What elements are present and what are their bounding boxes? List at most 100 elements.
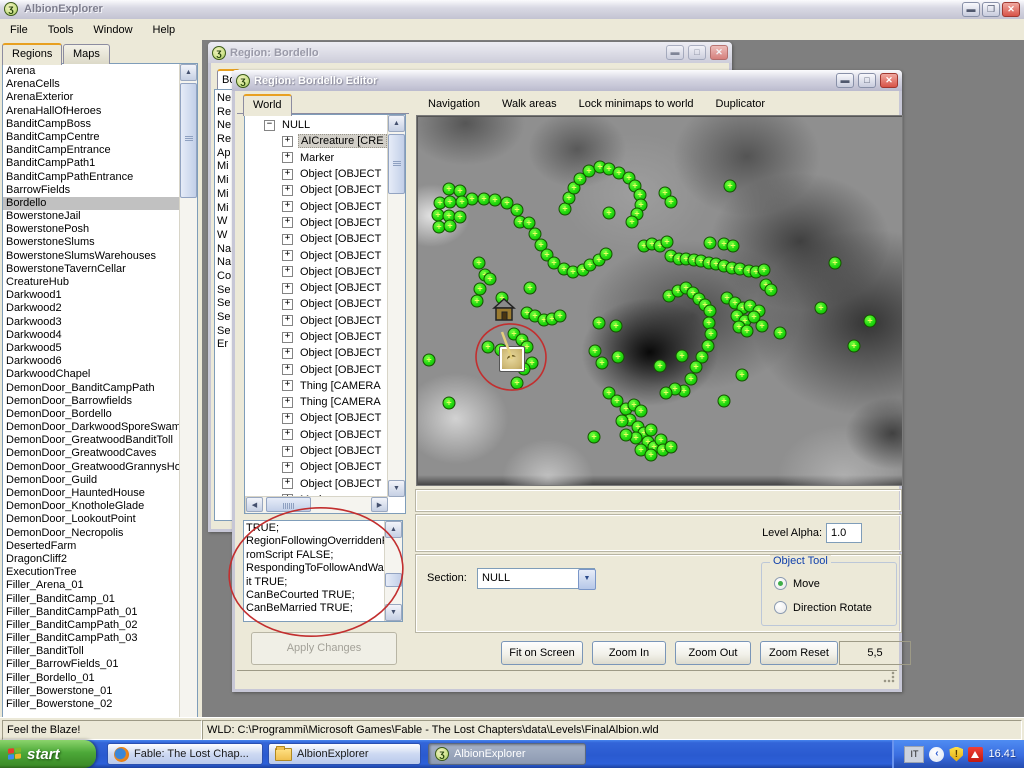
- map-object-dot[interactable]: [736, 369, 749, 382]
- scrollbar-thumb[interactable]: [388, 134, 405, 194]
- list-item[interactable]: Darkwood4: [3, 329, 179, 342]
- map-object-dot[interactable]: [848, 340, 861, 353]
- tree-item[interactable]: +Thing [CAMERA: [246, 394, 388, 410]
- map-object-dot[interactable]: [524, 282, 537, 295]
- list-item[interactable]: DragonCliff2: [3, 553, 179, 566]
- expand-icon[interactable]: +: [282, 478, 293, 489]
- map-object-dot[interactable]: [665, 441, 678, 454]
- map-object-dot[interactable]: [864, 315, 877, 328]
- list-item[interactable]: DemonDoor_Guild: [3, 474, 179, 487]
- language-indicator[interactable]: IT: [904, 746, 924, 763]
- map-object-dot[interactable]: [423, 354, 436, 367]
- tree-item[interactable]: +Object [OBJECT: [246, 215, 388, 231]
- expand-icon[interactable]: +: [282, 299, 293, 310]
- tab-maps[interactable]: Maps: [63, 44, 110, 64]
- list-item[interactable]: DemonDoor_Barrowfields: [3, 395, 179, 408]
- map-object-dot[interactable]: [685, 373, 698, 386]
- map-object-dot[interactable]: [482, 341, 495, 354]
- bordello-titlebar[interactable]: ʒ Region: Bordello ▬ □ ✕: [208, 42, 732, 63]
- tree-item[interactable]: +Object [OBJECT: [246, 313, 388, 329]
- zoom-in-button[interactable]: Zoom In: [592, 641, 666, 665]
- list-item[interactable]: BanditCampPathEntrance: [3, 171, 179, 184]
- list-item[interactable]: Filler_BanditCamp_01: [3, 593, 179, 606]
- expand-icon[interactable]: +: [282, 136, 293, 147]
- taskbar-button-fable-the-lost-chap-[interactable]: Fable: The Lost Chap...: [107, 743, 263, 765]
- apply-changes-button[interactable]: Apply Changes: [251, 632, 397, 665]
- editor-titlebar[interactable]: ʒ Region: Bordello Editor ▬ □ ✕: [232, 70, 902, 91]
- map-object-dot[interactable]: [756, 320, 769, 333]
- expand-icon[interactable]: +: [282, 462, 293, 473]
- list-item[interactable]: BowerstoneSlums: [3, 236, 179, 249]
- expand-icon[interactable]: +: [282, 266, 293, 277]
- scroll-up-icon[interactable]: ▲: [180, 64, 197, 81]
- map-object-dot[interactable]: [704, 305, 717, 318]
- expand-icon[interactable]: +: [282, 332, 293, 343]
- expand-icon[interactable]: +: [282, 217, 293, 228]
- tree-root[interactable]: −NULL: [246, 117, 388, 133]
- map-object-dot[interactable]: [589, 345, 602, 358]
- expand-icon[interactable]: +: [282, 429, 293, 440]
- list-item[interactable]: Filler_Bowerstone_01: [3, 685, 179, 698]
- list-item[interactable]: Darkwood2: [3, 302, 179, 315]
- radio-direction-rotate[interactable]: Direction Rotate: [774, 601, 872, 614]
- list-item[interactable]: Filler_Bowerstone_02: [3, 698, 179, 711]
- list-item[interactable]: Filler_Bordello_01: [3, 672, 179, 685]
- tree-item[interactable]: +Object [OBJECT: [246, 410, 388, 426]
- maximize-button[interactable]: □: [858, 73, 876, 88]
- list-item[interactable]: BowerstoneSlumsWarehouses: [3, 250, 179, 263]
- editor-menu-duplicator[interactable]: Duplicator: [707, 95, 775, 113]
- map-object-dot[interactable]: [829, 257, 842, 270]
- zoom-reset-button[interactable]: Zoom Reset: [760, 641, 838, 665]
- scroll-up-icon[interactable]: ▲: [385, 521, 402, 538]
- map-object-dot[interactable]: [612, 351, 625, 364]
- list-item[interactable]: BanditCampBoss: [3, 118, 179, 131]
- expand-icon[interactable]: +: [282, 152, 293, 163]
- list-item[interactable]: Darkwood5: [3, 342, 179, 355]
- tree-item[interactable]: +Object [OBJECT: [246, 231, 388, 247]
- map-object-dot[interactable]: [626, 216, 639, 229]
- radio-move-icon[interactable]: [774, 577, 787, 590]
- list-item[interactable]: Filler_Arena_01: [3, 579, 179, 592]
- map-object-dot[interactable]: [758, 264, 771, 277]
- map-object-dot[interactable]: [471, 295, 484, 308]
- map-object-dot[interactable]: [511, 204, 524, 217]
- map-object-dot[interactable]: [511, 377, 524, 390]
- map-object-dot[interactable]: [765, 284, 778, 297]
- map-object-dot[interactable]: [610, 320, 623, 333]
- map-object-dot[interactable]: [661, 236, 674, 249]
- collapse-icon[interactable]: −: [264, 120, 275, 131]
- resize-grip[interactable]: [883, 671, 895, 683]
- list-item[interactable]: BowerstonePosh: [3, 223, 179, 236]
- list-item[interactable]: BanditCampPath1: [3, 157, 179, 170]
- editor-menu-lock-minimaps-to-world[interactable]: Lock minimaps to world: [570, 95, 703, 113]
- tree-item[interactable]: +Marker: [246, 150, 388, 166]
- fit-on-screen-button[interactable]: Fit on Screen: [501, 641, 583, 665]
- combobox-dropdown-icon[interactable]: ▼: [578, 569, 596, 590]
- expand-icon[interactable]: +: [282, 283, 293, 294]
- expand-icon[interactable]: +: [282, 315, 293, 326]
- list-item[interactable]: Filler_BanditCampPath_01: [3, 606, 179, 619]
- menu-tools[interactable]: Tools: [38, 22, 84, 38]
- tree-item[interactable]: +Object [OBJECT: [246, 459, 388, 475]
- tree-item[interactable]: +Object [OBJECT: [246, 247, 388, 263]
- list-item[interactable]: Darkwood6: [3, 355, 179, 368]
- map-object-dot[interactable]: [603, 207, 616, 220]
- restore-button[interactable]: ❐: [982, 2, 1000, 17]
- tree-item[interactable]: +Object [OBJECT: [246, 361, 388, 377]
- script-scrollbar[interactable]: ▲ ▼: [384, 521, 402, 621]
- map-object-dot[interactable]: [654, 360, 667, 373]
- list-item[interactable]: BanditCampCentre: [3, 131, 179, 144]
- tree-item[interactable]: +Object [OBJECT: [246, 476, 388, 492]
- list-item[interactable]: ArenaHallOfHeroes: [3, 105, 179, 118]
- map-object-dot[interactable]: [593, 317, 606, 330]
- list-item[interactable]: DesertedFarm: [3, 540, 179, 553]
- list-item[interactable]: Darkwood1: [3, 289, 179, 302]
- taskbar-button-albionexplorer[interactable]: ʒAlbionExplorer: [428, 743, 586, 765]
- tree-hscrollbar[interactable]: ◀ ▶: [245, 496, 388, 513]
- script-box[interactable]: TRUE;RegionFollowingOverriddenFromScript…: [243, 520, 403, 622]
- tree-item[interactable]: +Thing [CAMERA: [246, 378, 388, 394]
- editor-window[interactable]: ʒ Region: Bordello Editor ▬ □ ✕ World Na…: [232, 70, 902, 692]
- map-object-dot[interactable]: [489, 194, 502, 207]
- tree-item[interactable]: +Object [OBJECT: [246, 329, 388, 345]
- scroll-up-icon[interactable]: ▲: [388, 115, 405, 132]
